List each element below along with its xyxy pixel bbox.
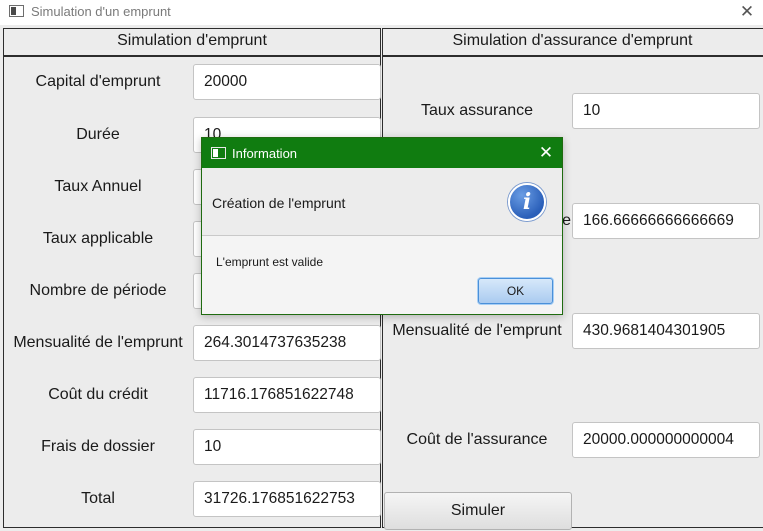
cout-assurance-label: Coût de l'assurance [406, 431, 548, 448]
dialog-titlebar: Information ✕ [202, 138, 562, 168]
dialog-title: Information [232, 146, 298, 161]
nombre-periode-label: Nombre de période [29, 282, 167, 299]
taux-assurance-input[interactable]: 10 [572, 93, 760, 129]
mensualite-input[interactable]: 264.3014737635238 [193, 325, 381, 361]
mensualite-assurance-input[interactable]: 430.9681404301905 [572, 313, 760, 349]
duree-label: Durée [76, 126, 120, 143]
simuler-button[interactable]: Simuler [384, 492, 572, 530]
insurance-panel-header: Simulation d'assurance d'emprunt [452, 32, 693, 49]
loan-panel-header: Simulation d'emprunt [117, 32, 267, 49]
cout-credit-label: Coût du crédit [48, 386, 148, 403]
window-close-button[interactable]: ✕ [736, 0, 758, 24]
dialog-window-icon [211, 147, 226, 159]
mensualite-label: Mensualité de l'emprunt [13, 334, 183, 351]
window-title: Simulation d'un emprunt [31, 4, 171, 19]
info-icon: i [508, 183, 546, 221]
app-window-icon [9, 5, 24, 17]
dialog-message: L'emprunt est valide [216, 255, 324, 269]
ok-button[interactable]: OK [478, 278, 553, 304]
total-label: Total [81, 490, 115, 507]
loan-panel-divider [3, 55, 381, 57]
insurance-panel-divider [382, 55, 763, 57]
mensualite-assurance-label: Mensualité de l'emprunt [392, 322, 562, 339]
taux-assurance-label: Taux assurance [420, 102, 534, 119]
total-input[interactable]: 31726.176851622753 [193, 481, 381, 517]
window-titlebar: Simulation d'un emprunt ✕ [0, 0, 763, 24]
taux-annuel-label: Taux Annuel [54, 178, 142, 195]
dialog-header-text: Création de l'emprunt [212, 195, 346, 211]
capital-label: Capital d'emprunt [35, 73, 161, 90]
frais-dossier-input[interactable]: 10 [193, 429, 381, 465]
capital-input[interactable]: 20000 [193, 64, 381, 100]
assurance-amount-input[interactable]: 166.66666666666669 [572, 203, 760, 239]
cout-assurance-input[interactable]: 20000.000000000004 [572, 422, 760, 458]
information-dialog: Information ✕ Création de l'emprunt i L'… [201, 137, 563, 315]
taux-applicable-label: Taux applicable [42, 230, 154, 247]
frais-dossier-label: Frais de dossier [41, 438, 155, 455]
cout-credit-input[interactable]: 11716.176851622748 [193, 377, 381, 413]
dialog-close-button[interactable]: ✕ [534, 140, 558, 166]
